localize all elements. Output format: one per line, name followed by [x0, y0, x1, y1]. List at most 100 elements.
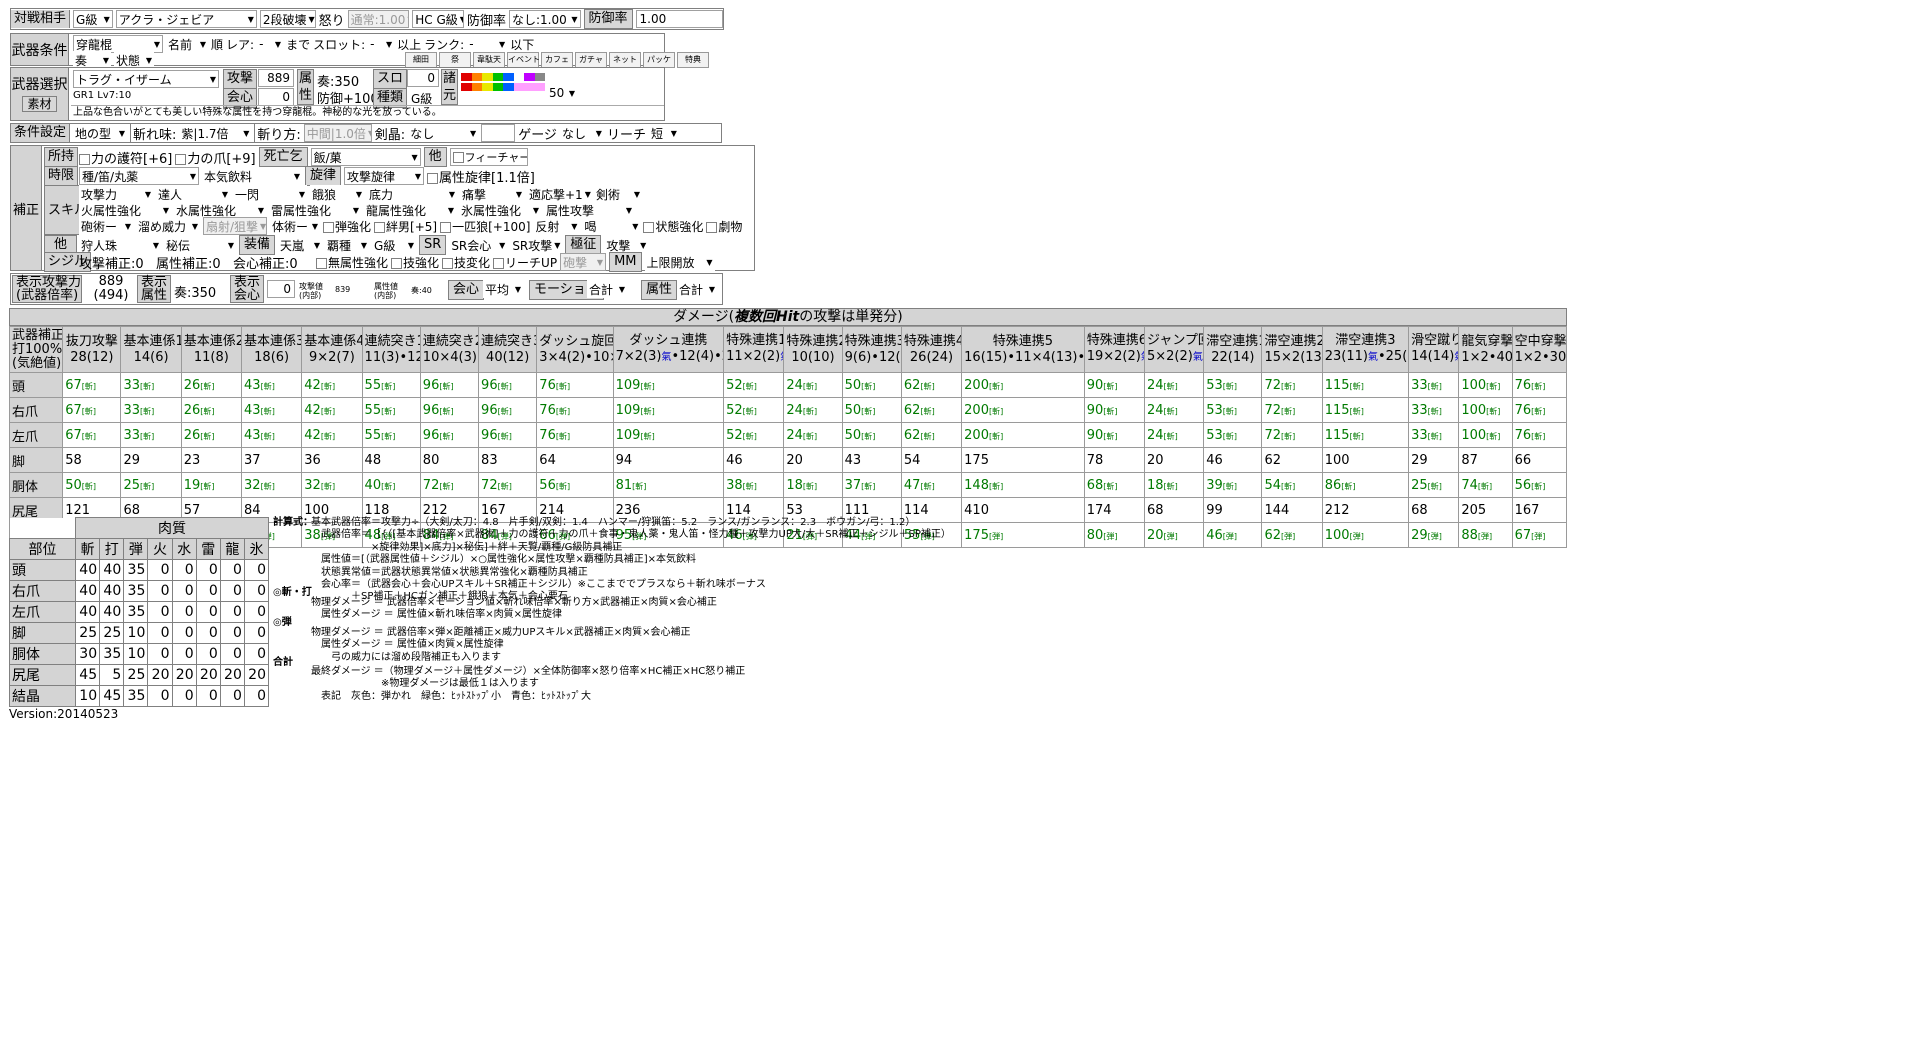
damage-column-header: 基本連係1 14(6) — [120, 326, 182, 373]
reach-select[interactable]: 短 ▼ — [648, 124, 679, 142]
no-attr-checkbox[interactable]: 無属性強化 — [316, 254, 388, 271]
filter-button[interactable]: パッケ — [643, 52, 675, 68]
damage-cell: 53[斬] — [1203, 372, 1263, 398]
filter-button[interactable]: 祭 — [439, 52, 471, 68]
tech-up-checkbox[interactable]: 技強化 — [391, 254, 439, 271]
power-talon-checkbox[interactable]: 力の爪[+9] — [175, 148, 256, 167]
shibou-button[interactable]: 死亡乞 — [258, 147, 308, 167]
hit-type-tag: 斬 — [143, 381, 152, 391]
hitzone-value: 0 — [243, 580, 270, 602]
sigil-attr[interactable]: 属性補正:0 — [156, 253, 230, 272]
mm-button[interactable]: MM — [609, 252, 642, 272]
cut-select[interactable]: 中間|1.0倍▼ — [303, 124, 372, 142]
kizuna-checkbox[interactable]: 絆男[+5] — [374, 218, 437, 235]
drink-select[interactable]: 本気飲料 ▼ — [202, 167, 302, 185]
filter-button[interactable]: 特典 — [677, 52, 709, 68]
damage-cell: 52[斬] — [723, 422, 785, 448]
sigil-crit[interactable]: 会心補正:0 — [233, 253, 313, 272]
bullet-up-checkbox[interactable]: 弾強化 — [323, 218, 371, 235]
filter-button[interactable]: 細田 — [405, 52, 437, 68]
target-rank-select[interactable]: G級 ▼ — [73, 10, 113, 28]
filter-button[interactable]: ガチャ — [575, 52, 607, 68]
food-select[interactable]: 飯/菓 ▼ — [310, 148, 421, 166]
tech-change-checkbox[interactable]: 技変化 — [442, 254, 490, 271]
filter-button[interactable]: イベント — [507, 52, 540, 68]
damage-cell: 43[斬] — [241, 422, 303, 448]
sigil-attack[interactable]: 攻撃補正:0 — [79, 253, 153, 272]
target-monster-select[interactable]: アクラ・ジェビア ▼ — [115, 10, 257, 28]
slot-count-value[interactable]: 0 — [407, 69, 439, 87]
lone-wolf-checkbox[interactable]: 一匹狼[+100] — [440, 218, 530, 235]
skill-taijutsu-select[interactable]: 体術ー ▼ — [270, 217, 320, 235]
motion-name: 基本連係4 — [304, 333, 363, 349]
hit-type-tag: 斬 — [923, 381, 932, 391]
hitzone-value: 5 — [99, 664, 125, 686]
hitzone-row: 右爪 40 40 35 0 0 0 0 0 — [9, 580, 270, 602]
sort-select[interactable]: 名前 ▼ — [166, 35, 208, 53]
material-button[interactable]: 素材 — [22, 96, 57, 112]
filter-button[interactable]: 韋駄天 — [473, 52, 505, 68]
skill-tame-select[interactable]: 溜め威力 ▼ — [136, 217, 200, 235]
skill-katsu-select[interactable]: 喝 ▼ — [582, 217, 641, 235]
weapon-select-label: 武器選択 — [11, 77, 68, 93]
formula-text-3: 物理ダメージ ＝ 武器倍率×弾×距離補正×威力UPスキル×武器補正×肉質×会心補… — [311, 627, 691, 663]
display-attr-label: 表示 属性 — [137, 275, 171, 303]
shot-input[interactable] — [481, 124, 516, 142]
sharpness-select[interactable]: 50 ▼ — [547, 84, 577, 102]
formula-text-4: 最終ダメージ ＝（物理ダメージ＋属性ダメージ）×全体防御率×怒り倍率×HC補正×… — [311, 666, 746, 702]
filter-button[interactable]: カフェ — [541, 52, 573, 68]
damage-cell: 50[斬] — [62, 472, 122, 498]
damage-cell: 100[弾] — [1321, 522, 1410, 548]
defense-button[interactable]: 防御率 — [583, 9, 633, 29]
feature-checkbox[interactable]: フィーチャー — [449, 148, 528, 166]
melody-select[interactable]: 攻撃旋律 ▼ — [344, 167, 425, 185]
average-select[interactable]: 平均 ▼ — [483, 280, 523, 298]
status-up-checkbox[interactable]: 状態強化 — [643, 218, 703, 235]
gauge-select[interactable]: なし ▼ — [559, 124, 604, 142]
other-button[interactable]: 他 — [423, 147, 447, 167]
crit-value[interactable]: 0 — [258, 88, 294, 106]
kaishin-button[interactable]: 会心 — [448, 280, 485, 300]
damage-cell: 50[斬] — [841, 397, 902, 423]
poison-checkbox[interactable]: 劇物 — [706, 218, 742, 235]
damage-cell: 20[弾] — [1143, 522, 1205, 548]
damage-cell: 66 — [1511, 447, 1568, 473]
seed-select[interactable]: 種/笛/丸薬 ▼ — [79, 167, 199, 185]
damage-cell: 20 — [1143, 447, 1205, 473]
hit-type-tag: 斬 — [558, 481, 567, 491]
target-break-select[interactable]: 2段破壊 ▼ — [259, 10, 316, 28]
attribute-button[interactable]: 属性 — [641, 280, 678, 300]
skill-reflect-select[interactable]: 反射 ▼ — [533, 217, 580, 235]
filter-button[interactable]: ネット — [609, 52, 641, 68]
hougeki-select[interactable]: 砲撃 ▼ — [560, 253, 607, 271]
hit-type-tag: 斬 — [323, 406, 332, 416]
shot-select[interactable]: なし ▼ — [408, 124, 479, 142]
hit-type-tag: 斬 — [1284, 406, 1293, 416]
motion-name: 特殊連携3 — [844, 333, 902, 349]
skill-hojutsu-select[interactable]: 砲術ー ▼ — [79, 217, 133, 235]
defense-select[interactable]: なし:1.00 ▼ — [508, 10, 581, 28]
skill-shot-select[interactable]: 扇射/狙撃 ▼ — [203, 217, 267, 235]
hitzone-value: 0 — [195, 559, 221, 581]
terrain-select[interactable]: 地の型 ▼ — [73, 124, 128, 142]
weapon-name-select[interactable]: トラグ・イザーム ▼ — [73, 70, 219, 88]
total-select[interactable]: 合計 ▼ — [587, 280, 627, 298]
damage-cell: 62[弾] — [1261, 522, 1323, 548]
limit-release-select[interactable]: 上限開放 ▼ — [644, 253, 715, 271]
rage-select[interactable]: 通常:1.00▼ — [347, 10, 410, 28]
hit-type-tag: 斬 — [806, 381, 815, 391]
sharpness-level-select[interactable]: 紫|1.7倍 ▼ — [179, 124, 252, 142]
damage-cell: 46 — [1203, 447, 1263, 473]
slot-select[interactable]: - ▼ — [368, 35, 395, 53]
reach-up-checkbox[interactable]: リーチUP — [493, 254, 557, 271]
rare-select[interactable]: - ▼ — [257, 35, 284, 53]
attack-value[interactable]: 889 — [258, 69, 294, 87]
hc-select[interactable]: HC G級▼ — [412, 10, 464, 28]
melody-button[interactable]: 旋律 — [305, 166, 342, 186]
formula-text-1: 基本武器倍率＝攻撃力÷（大剣/太刀：4.8 片手剣/双剣：1.4 ハンマー/狩猟… — [311, 517, 951, 603]
power-charm-checkbox[interactable]: 力の護符[+6] — [79, 148, 172, 167]
total-select-2[interactable]: 合計 ▼ — [677, 280, 717, 298]
defense-input[interactable]: 1.00 — [635, 10, 723, 28]
hitzone-value: 40 — [74, 601, 101, 623]
attr-melody-checkbox[interactable]: 属性旋律[1.1倍] — [427, 167, 535, 186]
